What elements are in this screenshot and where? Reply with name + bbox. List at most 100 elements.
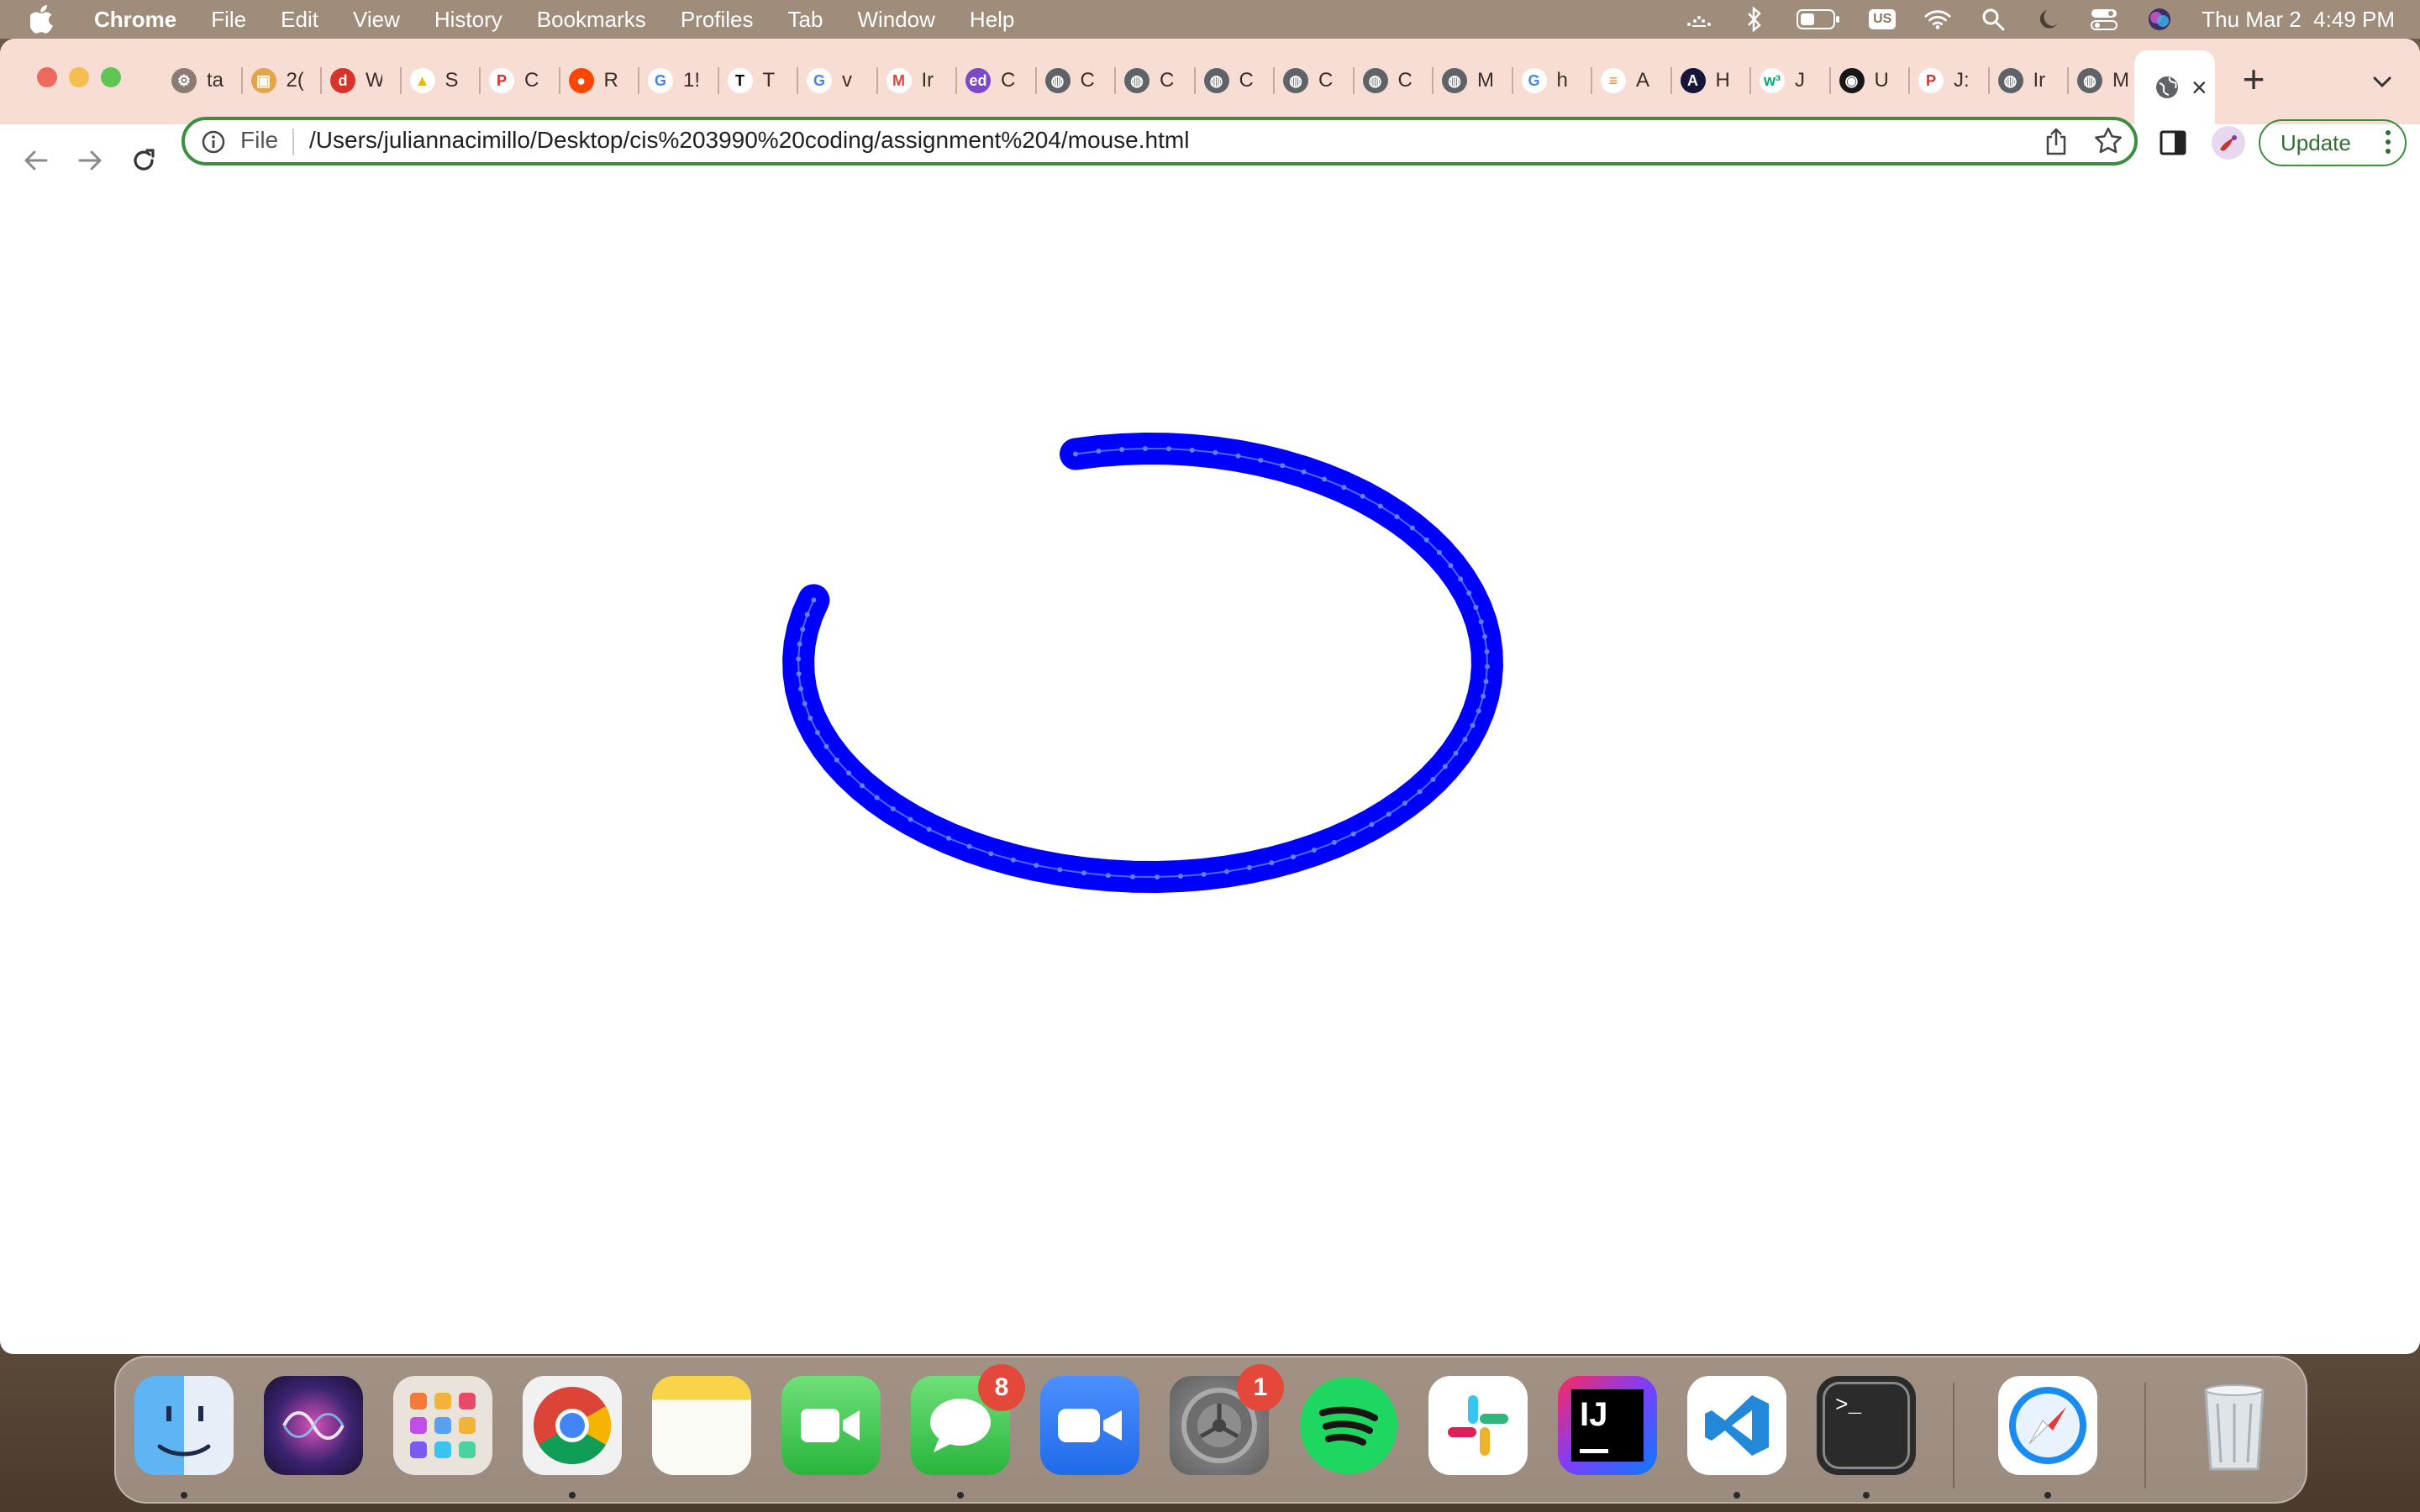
app-menu-chrome[interactable]: Chrome (94, 7, 176, 33)
menu-window[interactable]: Window (857, 7, 934, 33)
tab-19[interactable]: AH (1674, 55, 1750, 106)
close-tab-icon[interactable]: × (2191, 72, 2207, 103)
status-area: US Thu Mar 2 4:49 PM (1686, 0, 2395, 39)
slack-icon[interactable] (1428, 1376, 1528, 1475)
tab-2[interactable]: dW (324, 55, 400, 106)
menubar-clock[interactable]: Thu Mar 2 4:49 PM (2202, 7, 2395, 33)
tab-23[interactable]: ◍ Ir (1991, 55, 2068, 106)
site-info-icon[interactable] (200, 129, 227, 155)
notes-icon[interactable] (652, 1376, 751, 1475)
tab-4[interactable]: PC (482, 55, 559, 106)
tab-0[interactable]: ⚙ ta (165, 55, 241, 106)
stroke-point (1453, 750, 1459, 756)
siri-icon[interactable] (2146, 6, 2173, 33)
stroke-point (1010, 857, 1016, 863)
stroke-point (1143, 446, 1148, 451)
menu-profiles[interactable]: Profiles (681, 7, 754, 33)
stroke-point (1258, 457, 1264, 463)
input-source-us-icon[interactable]: US (1869, 6, 1897, 33)
chevron-down-icon[interactable] (2368, 69, 2396, 94)
minimize-window-button[interactable] (69, 67, 89, 87)
tab-label: C (1318, 69, 1334, 92)
update-button[interactable]: Update (2259, 119, 2407, 166)
control-center-icon[interactable] (2091, 6, 2118, 33)
zoom-window-button[interactable] (101, 67, 121, 87)
tab-22[interactable]: P J: (1912, 55, 1988, 106)
menu-history[interactable]: History (434, 7, 502, 33)
tab-15[interactable]: ◍ C (1356, 55, 1433, 106)
bookmark-star-icon[interactable] (2092, 125, 2124, 157)
tab-21[interactable]: ◉ U (1833, 55, 1909, 106)
drawing-canvas[interactable] (0, 173, 2420, 1354)
facetime-icon[interactable] (781, 1376, 881, 1475)
tab-10[interactable]: ed C (959, 55, 1035, 106)
tab-1[interactable]: ▣ 2( (245, 55, 321, 106)
stroke-point (1331, 839, 1337, 845)
tab-17[interactable]: Gh (1515, 55, 1591, 106)
terminal-icon[interactable]: >_ (1817, 1376, 1916, 1475)
tab-separator (558, 67, 560, 94)
profile-avatar[interactable] (2212, 126, 2245, 160)
new-tab-button[interactable]: + (2237, 60, 2270, 99)
tab-20[interactable]: w³ J (1753, 55, 1829, 106)
tab-18[interactable]: ≡ A (1594, 55, 1670, 106)
keyboard-brightness-icon[interactable] (1686, 6, 1712, 33)
stroke-point (988, 851, 994, 857)
menu-tab[interactable]: Tab (788, 7, 823, 33)
running-indicator (569, 1492, 576, 1499)
tab-12[interactable]: ◍ C (1118, 55, 1194, 106)
tab-7[interactable]: TT (721, 55, 797, 106)
menu-file[interactable]: File (211, 7, 246, 33)
stroke-point (1442, 764, 1448, 769)
battery-icon[interactable] (1797, 6, 1840, 33)
tab-6[interactable]: G 1! (641, 55, 718, 106)
tab-16[interactable]: ◍ M (1435, 55, 1512, 106)
menu-view[interactable]: View (353, 7, 400, 33)
menu-bookmarks[interactable]: Bookmarks (537, 7, 646, 33)
globe-icon: ◍ (1044, 68, 1071, 93)
chrome-icon[interactable] (523, 1376, 622, 1475)
tab-label: M (2112, 69, 2129, 92)
spotlight-search-icon[interactable] (1980, 6, 2007, 33)
tab-14[interactable]: ◍ C (1276, 55, 1353, 106)
intellij-icon[interactable]: IJ (1558, 1376, 1657, 1475)
more-vertical-icon[interactable] (2385, 129, 2391, 155)
launchpad-icon[interactable] (393, 1376, 492, 1475)
address-bar[interactable]: File /Users/juliannacimillo/Desktop/cis%… (182, 117, 2138, 165)
zoom-icon[interactable] (1040, 1376, 1139, 1475)
stroke-point (1057, 867, 1063, 873)
omnibox-divider (292, 129, 294, 155)
stroke-point (797, 641, 802, 647)
focus-moon-icon[interactable] (2035, 6, 2062, 33)
tab-13[interactable]: ◍ C (1197, 55, 1274, 106)
finder-icon[interactable] (134, 1376, 234, 1475)
google-icon: G (1521, 68, 1547, 93)
bluetooth-icon[interactable] (1741, 6, 1768, 33)
running-indicator (2044, 1492, 2051, 1499)
web-page-content[interactable] (0, 173, 2420, 1331)
close-window-button[interactable] (37, 67, 57, 87)
safari-icon[interactable] (1998, 1376, 2097, 1475)
apple-menu-icon[interactable] (30, 5, 57, 34)
url-text[interactable]: /Users/juliannacimillo/Desktop/cis%20399… (309, 127, 1189, 154)
dock: 8 1 IJ >_ (114, 1356, 2307, 1504)
tab-label: Ir (2033, 69, 2046, 92)
side-panel-icon[interactable] (2158, 128, 2188, 158)
menu-edit[interactable]: Edit (281, 7, 318, 33)
spotify-icon[interactable] (1299, 1376, 1398, 1475)
tab-active-mouse-html[interactable]: × (2134, 50, 2215, 124)
stroke-point (1341, 485, 1347, 491)
stroke-point (1201, 871, 1207, 877)
tab-8[interactable]: Gv (800, 55, 876, 106)
menu-help[interactable]: Help (970, 7, 1014, 33)
tab-5[interactable]: ● R (562, 55, 639, 106)
trash-icon[interactable] (2185, 1376, 2284, 1475)
tab-11[interactable]: ◍ C (1039, 55, 1115, 106)
tab-9[interactable]: M Ir (880, 55, 956, 106)
vscode-icon[interactable] (1687, 1376, 1786, 1475)
share-icon[interactable] (2042, 127, 2070, 157)
tab-3[interactable]: ▲ S (403, 55, 480, 106)
siri-icon[interactable] (264, 1376, 363, 1475)
stroke-point (1073, 451, 1078, 457)
wifi-icon[interactable] (1924, 6, 1951, 33)
